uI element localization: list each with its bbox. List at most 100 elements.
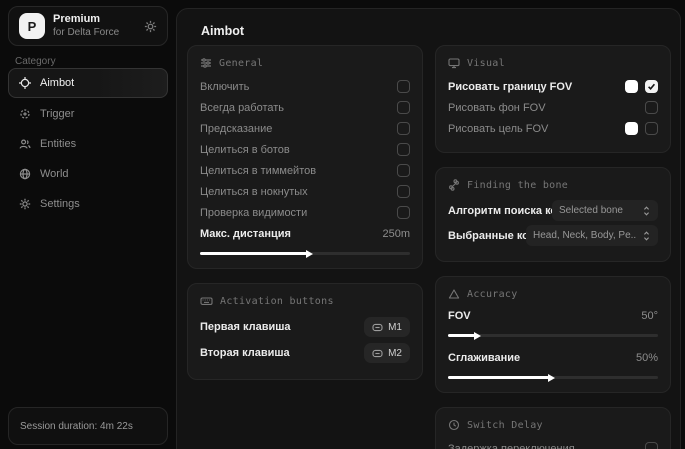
bone-algorithm-label: Алгоритм поиска кост	[448, 205, 552, 217]
switch-delay-toggle-label: Задержка переключения	[448, 443, 645, 449]
app-title: Premium	[53, 13, 136, 27]
main-panel: Aimbot General Включить	[176, 8, 681, 449]
slider-max-distance: Макс. дистанция 250m	[200, 225, 410, 255]
card-accuracy-header: Accuracy	[448, 288, 658, 300]
crosshair-icon	[19, 77, 31, 89]
toggle-label: Целиться в тиммейтов	[200, 165, 397, 177]
category-label: Category	[15, 56, 56, 67]
slider-thumb[interactable]	[474, 332, 481, 340]
checkbox-target-teammates[interactable]	[397, 164, 410, 177]
slider-fill	[200, 252, 307, 255]
selected-value: Selected bone	[559, 205, 623, 216]
slider-thumb[interactable]	[548, 374, 555, 382]
brand-text: Premium for Delta Force	[53, 13, 136, 39]
triangle-icon	[448, 288, 460, 300]
clock-icon	[448, 419, 460, 431]
sidebar-item-world[interactable]: World	[8, 160, 168, 188]
slider-smoothing: Сглаживание 50%	[448, 349, 658, 379]
sidebar-item-aimbot[interactable]: Aimbot	[8, 68, 168, 98]
monitor-icon	[448, 57, 460, 69]
card-visual-header: Visual	[448, 57, 658, 69]
sidebar: P Premium for Delta Force Category Aimbo…	[0, 0, 176, 449]
toggle-row-target-knocked: Целиться в нокнутых	[200, 181, 410, 202]
visual-row-fov-border: Рисовать границу FOV	[448, 76, 658, 97]
toggle-row-enable: Включить	[200, 76, 410, 97]
toggle-row-target-teammates: Целиться в тиммейтов	[200, 160, 410, 181]
toggle-row-visibility-check: Проверка видимости	[200, 202, 410, 223]
toggle-label: Целиться в нокнутых	[200, 186, 397, 198]
sidebar-nav: Aimbot Trigger Entities	[8, 68, 168, 218]
checkbox-visibility-check[interactable]	[397, 206, 410, 219]
slider-fov: FOV 50°	[448, 307, 658, 337]
card-accuracy: Accuracy FOV 50° Сглаживание	[435, 276, 671, 393]
toggle-row-always-work: Всегда работать	[200, 97, 410, 118]
sidebar-item-trigger[interactable]: Trigger	[8, 100, 168, 128]
keybind-button-first[interactable]: M1	[364, 317, 410, 337]
card-bone-header: Finding the bone	[448, 179, 658, 191]
app-subtitle: for Delta Force	[53, 27, 136, 40]
color-swatch-fov-border[interactable]	[625, 80, 638, 93]
card-title: Activation buttons	[220, 296, 334, 307]
card-activation-header: Activation buttons	[200, 295, 410, 307]
visual-label: Рисовать цель FOV	[448, 123, 625, 135]
color-swatch-fov-target[interactable]	[625, 122, 638, 135]
bone-algorithm-select[interactable]: Selected bone	[552, 200, 658, 221]
checkbox-switch-delay[interactable]	[645, 442, 658, 449]
visual-label: Рисовать границу FOV	[448, 81, 625, 93]
bone-row-selected-bones: Выбранные кос Head, Neck, Body, Pe...	[448, 223, 658, 248]
fov-slider-track[interactable]	[448, 334, 658, 337]
checkbox-target-knocked[interactable]	[397, 185, 410, 198]
checkbox-target-bots[interactable]	[397, 143, 410, 156]
sidebar-item-settings[interactable]: Settings	[8, 190, 168, 218]
toggle-label: Предсказание	[200, 123, 397, 135]
checkbox-always-work[interactable]	[397, 101, 410, 114]
card-title: Finding the bone	[467, 180, 568, 191]
selected-bones-label: Выбранные кос	[448, 230, 526, 242]
check-icon	[647, 82, 656, 91]
keybind-button-second[interactable]: M2	[364, 343, 410, 363]
brand-card: P Premium for Delta Force	[8, 6, 168, 46]
visual-label: Рисовать фон FOV	[448, 102, 645, 114]
unfold-icon	[642, 231, 651, 241]
checkbox-fov-border[interactable]	[645, 80, 658, 93]
card-visual: Visual Рисовать границу FOV Рисовать фон…	[435, 45, 671, 153]
toggle-label: Проверка видимости	[200, 207, 397, 219]
checkbox-prediction[interactable]	[397, 122, 410, 135]
card-title: Accuracy	[467, 289, 518, 300]
slider-thumb[interactable]	[306, 250, 313, 258]
card-activation-buttons: Activation buttons Первая клавиша M1	[187, 283, 423, 380]
selected-bones-select[interactable]: Head, Neck, Body, Pe...	[526, 225, 658, 246]
card-switch-delay: Switch Delay Задержка переключения Задер…	[435, 407, 671, 449]
card-title: Switch Delay	[467, 420, 543, 431]
tune-icon	[200, 57, 212, 69]
slider-fill	[448, 376, 549, 379]
smoothing-value: 50%	[636, 352, 658, 364]
card-title: Visual	[467, 58, 505, 69]
session-duration-label: Session duration: 4m 22s	[20, 421, 133, 432]
visual-row-fov-background: Рисовать фон FOV	[448, 97, 658, 118]
sidebar-item-entities[interactable]: Entities	[8, 130, 168, 158]
keybind-value: M2	[388, 348, 402, 359]
gear-icon[interactable]	[144, 20, 157, 33]
toggle-row-target-bots: Целиться в ботов	[200, 139, 410, 160]
checkbox-fov-background[interactable]	[645, 101, 658, 114]
slider-value: 250m	[382, 228, 410, 240]
slider-label-row: Макс. дистанция 250m	[200, 225, 410, 243]
keybind-label: Вторая клавиша	[200, 347, 364, 359]
bone-icon	[448, 179, 460, 191]
smoothing-slider-track[interactable]	[448, 376, 658, 379]
card-general-header: General	[200, 57, 410, 69]
keybind-label: Первая клавиша	[200, 321, 364, 333]
page-title: Aimbot	[201, 24, 244, 38]
card-switch-delay-header: Switch Delay	[448, 419, 658, 431]
keyboard-icon	[200, 295, 213, 307]
checkbox-fov-target[interactable]	[645, 122, 658, 135]
slider-label-row: FOV 50°	[448, 307, 658, 325]
mouse-icon	[372, 323, 383, 332]
max-distance-slider-track[interactable]	[200, 252, 410, 255]
fov-value: 50°	[641, 310, 658, 322]
slider-label-row: Сглаживание 50%	[448, 349, 658, 367]
card-general: General Включить Всегда работать Предска…	[187, 45, 423, 269]
checkbox-enable[interactable]	[397, 80, 410, 93]
sidebar-item-label: Trigger	[40, 108, 74, 120]
